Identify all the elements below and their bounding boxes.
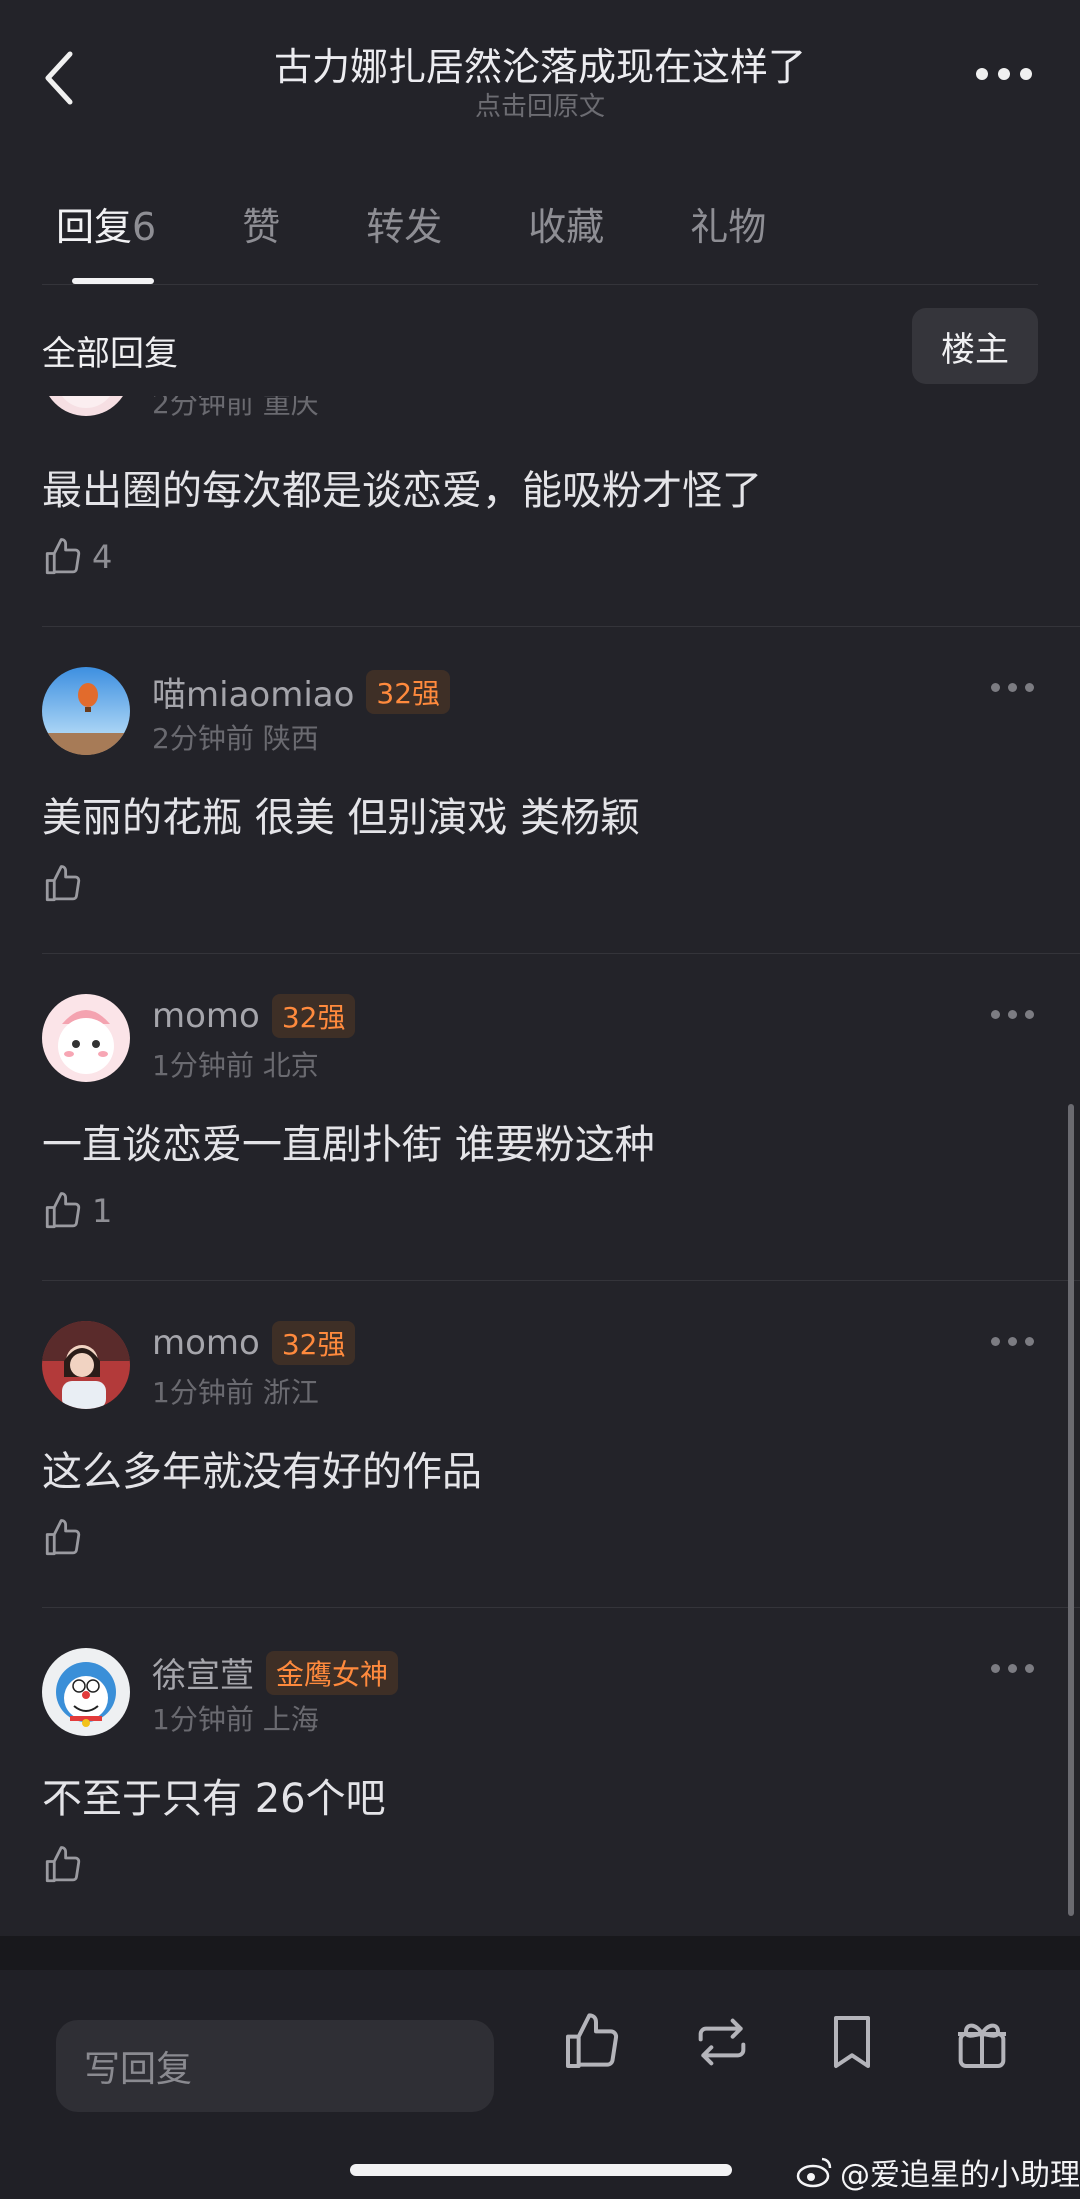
view-original-link[interactable]: 点击回原文 <box>0 86 1080 123</box>
repost-icon[interactable] <box>690 2010 754 2074</box>
like-icon[interactable] <box>560 2010 624 2074</box>
avatar[interactable] <box>42 396 130 416</box>
watermark-text: @爱追星的小助理 <box>840 2158 1080 2193</box>
thumbs-up-icon <box>45 1519 81 1556</box>
comment-text: 一直谈恋爱一直剧扑街 谁要粉这种 <box>42 1122 655 1168</box>
reply-input[interactable]: 写回复 <box>56 2020 494 2112</box>
username[interactable]: momo <box>152 996 260 1036</box>
comment-item: momo 32强 1分钟前 北京 一直谈恋爱一直剧扑街 谁要粉这种 1 <box>0 954 1080 1281</box>
section-title: 全部回复 <box>42 334 178 374</box>
like-count: 1 <box>92 1192 113 1230</box>
comment-more-icon[interactable] <box>991 1337 1034 1346</box>
title-badge: 金鹰女神 <box>266 1650 399 1695</box>
divider <box>42 284 1038 285</box>
like-button[interactable] <box>42 1844 92 1886</box>
comment-more-icon[interactable] <box>991 1664 1034 1673</box>
bookmark-icon[interactable] <box>820 2010 884 2074</box>
username[interactable]: 徐宣萱 <box>152 1648 254 1697</box>
comment-meta: 1分钟前 上海 <box>152 1703 319 1736</box>
avatar[interactable] <box>42 667 130 755</box>
comment-text: 最出圈的每次都是谈恋爱，能吸粉才怪了 <box>42 468 762 514</box>
avatar[interactable] <box>42 994 130 1082</box>
avatar[interactable] <box>42 1321 130 1409</box>
comment-text: 这么多年就没有好的作品 <box>42 1449 482 1495</box>
gift-icon[interactable] <box>950 2010 1014 2074</box>
comment-item: momo 32强 1分钟前 浙江 这么多年就没有好的作品 <box>0 1281 1080 1608</box>
scrollbar[interactable] <box>1068 1104 1074 1916</box>
like-button[interactable]: 4 <box>42 536 112 578</box>
comment-text: 美丽的花瓶 很美 但别演戏 类杨颖 <box>42 795 641 841</box>
comment-more-icon[interactable] <box>991 683 1034 692</box>
username-row: 徐宣萱 金鹰女神 <box>152 1648 399 1697</box>
comment-item: 喵miaomiao 32强 2分钟前 陕西 美丽的花瓶 很美 但别演戏 类杨颖 <box>0 627 1080 954</box>
rank-badge: 32强 <box>366 669 451 714</box>
comment-meta: 1分钟前 浙江 <box>152 1376 319 1409</box>
username[interactable]: 喵miaomiao <box>152 667 354 716</box>
rank-badge: 32强 <box>271 1321 356 1365</box>
thumbs-up-icon <box>45 865 81 902</box>
tab-replies-count: 6 <box>132 205 157 249</box>
rank-badge: 32强 <box>271 994 356 1038</box>
more-options-icon[interactable] <box>976 68 1032 80</box>
thumbs-up-icon <box>45 1192 81 1229</box>
comment-list[interactable]: 2分钟前 重庆 最出圈的每次都是谈恋爱，能吸粉才怪了 4 喵miaomiao 3… <box>0 396 1080 1936</box>
top-bar: 古力娜扎居然沦落成现在这样了 点击回原文 <box>0 0 1080 150</box>
thumbs-up-icon <box>45 538 81 575</box>
like-button[interactable] <box>42 1517 92 1559</box>
tab-reposts[interactable]: 转发 <box>366 196 442 256</box>
tab-bar: 回复6 赞 转发 收藏 礼物 <box>56 196 852 256</box>
avatar[interactable] <box>42 1648 130 1736</box>
username-row: 喵miaomiao 32强 <box>152 667 451 716</box>
home-indicator[interactable] <box>350 2164 732 2176</box>
bottom-separator <box>0 1936 1080 1970</box>
comment-text: 不至于只有 26个吧 <box>42 1776 386 1822</box>
like-count: 4 <box>92 538 113 576</box>
weibo-logo-icon <box>796 2157 832 2188</box>
owner-filter-button[interactable]: 楼主 <box>912 308 1038 384</box>
like-button[interactable] <box>42 863 92 905</box>
username-row: momo 32强 <box>152 1321 356 1365</box>
comment-meta: 1分钟前 北京 <box>152 1049 319 1082</box>
tab-gifts[interactable]: 礼物 <box>690 196 766 256</box>
tab-favorites[interactable]: 收藏 <box>528 196 604 256</box>
username[interactable]: momo <box>152 1323 260 1363</box>
tab-likes[interactable]: 赞 <box>242 196 280 256</box>
comment-meta: 2分钟前 重庆 <box>152 396 319 420</box>
username-row: momo 32强 <box>152 994 356 1038</box>
comment-item: 2分钟前 重庆 最出圈的每次都是谈恋爱，能吸粉才怪了 4 <box>0 396 1080 627</box>
comment-item: 徐宣萱 金鹰女神 1分钟前 上海 不至于只有 26个吧 <box>0 1608 1080 1934</box>
comment-meta: 2分钟前 陕西 <box>152 722 319 755</box>
like-button[interactable]: 1 <box>42 1190 112 1232</box>
thumbs-up-icon <box>45 1846 81 1883</box>
page-title: 古力娜扎居然沦落成现在这样了 <box>273 45 806 89</box>
tab-replies-label: 回复 <box>56 205 133 249</box>
watermark: @爱追星的小助理 <box>796 2150 1080 2194</box>
comment-more-icon[interactable] <box>991 1010 1034 1019</box>
tab-replies[interactable]: 回复6 <box>56 196 156 256</box>
